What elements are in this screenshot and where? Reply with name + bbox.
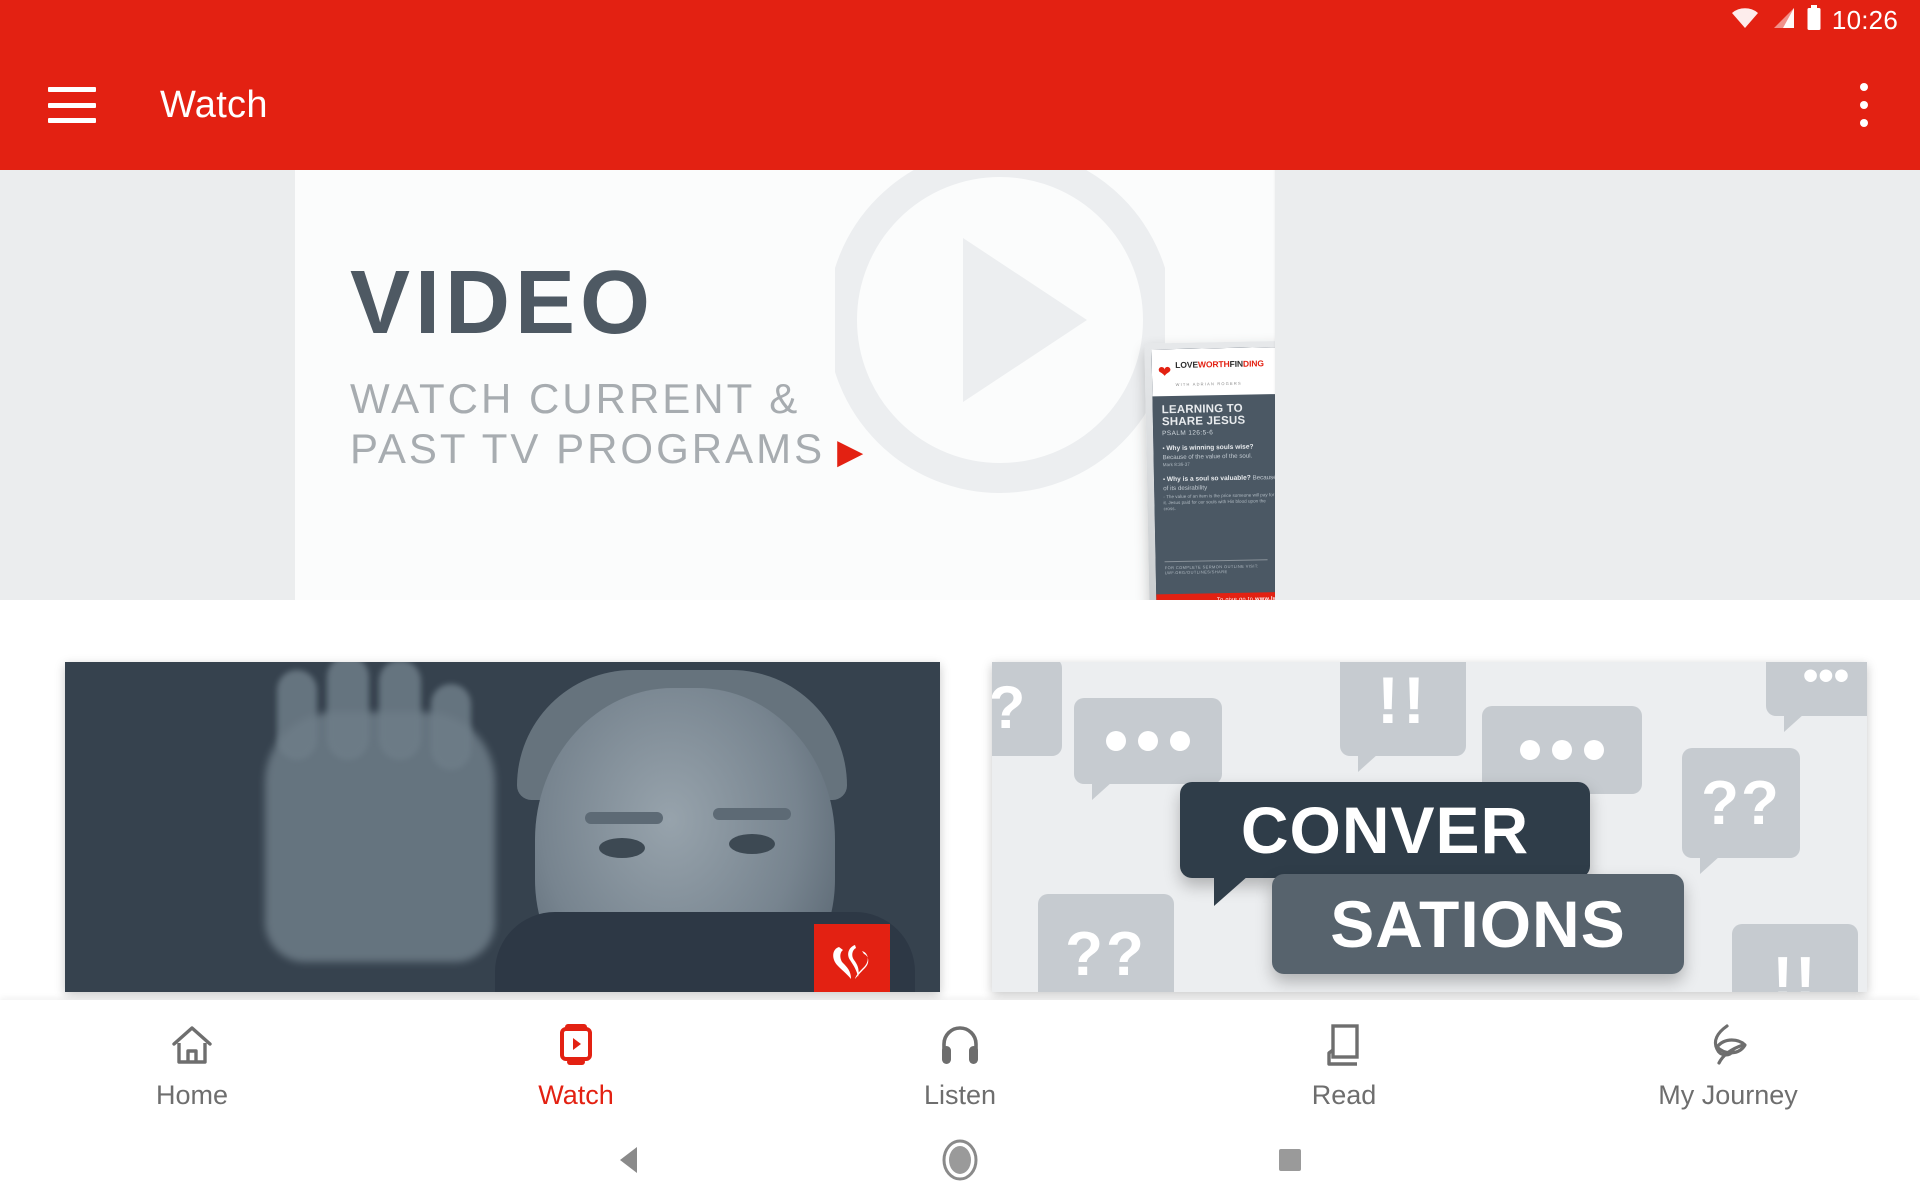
sermon-video-card[interactable] [65,662,940,992]
tv-bullet-1-answer: Because of the value of the soul. [1162,452,1253,462]
leaf-sprout-icon [1705,1022,1751,1068]
battery-icon [1806,4,1822,36]
tv-bullet-2-question: Why is a soul so valuable? [1166,474,1251,484]
conversations-title-line2: SATIONS [1330,887,1626,961]
home-button[interactable] [795,1138,1125,1182]
nav-item-my-journey[interactable]: My Journey [1598,1022,1858,1111]
hero-subtitle-line2-wrap: PAST TV PROGRAMS ▶ [350,424,866,474]
hero-subtitle-line2: PAST TV PROGRAMS [350,424,826,472]
heart-logo-icon [814,924,890,992]
nav-item-watch[interactable]: Watch [446,1022,706,1111]
tv-screen: Mark 8:36-37 ❤ LOVEWORTHFINDING WITH ADR… [1151,342,1275,600]
nav-label-read: Read [1311,1080,1377,1110]
tv-bullet-2: • Why is a soul so valuable? Because of … [1163,474,1275,512]
circle-home-icon [942,1139,978,1181]
more-vertical-icon[interactable] [1860,83,1868,127]
video-play-icon [556,1022,596,1068]
speech-bubble [1482,706,1642,810]
speech-bubble: ••• [1766,662,1867,732]
conversations-title-bubble-2: SATIONS [1272,874,1684,974]
hero-title: VIDEO [350,253,656,353]
back-button[interactable] [465,1144,795,1176]
conversations-card[interactable]: ? !! ?? ••• ?? !! CONVER SATIONS [992,662,1867,992]
bottom-navigation-bar: Home Watch Listen Read My Journey [0,1000,1920,1120]
tv-bullet-1: • Why is winning souls wise? Because of … [1162,443,1275,469]
speech-bubble: ?? [1682,748,1800,874]
nav-item-listen[interactable]: Listen [830,1022,1090,1111]
tv-slide-body: LEARNING TO SHARE JESUS PSALM 126:5-6 • … [1152,394,1275,521]
lwf-logo-wordmark: LOVEWORTHFINDING [1175,358,1264,370]
conversations-title-line1: CONVER [1240,793,1530,867]
tv-illustration: Mark 8:36-37 ❤ LOVEWORTHFINDING WITH ADR… [1144,336,1275,600]
hero-subtitle-line1: WATCH CURRENT & [350,375,801,422]
speech-bubble: ? [992,662,1062,756]
play-circle-watermark-icon [827,170,1173,530]
conversations-title-bubble-1: CONVER [1180,782,1590,906]
status-bar-clock: 10:26 [1831,5,1898,35]
nav-label-my-journey: My Journey [1658,1080,1798,1110]
nav-label-home: Home [155,1080,229,1110]
tv-bullet-1-question: Why is winning souls wise? [1166,443,1254,453]
tv-bullet-1-ref: Mark 8:36-37 [1162,461,1190,468]
tv-slide-reference: PSALM 126:5-6 [1162,429,1214,438]
content-card-row: ? !! ?? ••• ?? !! CONVER SATIONS [0,600,1920,1000]
tv-slide-title: LEARNING TO SHARE JESUS [1161,402,1246,429]
triangle-back-icon [620,1147,637,1173]
lwf-logo-tagline: WITH ADRIAN ROGERS [1175,380,1242,387]
speech-bubble: !! [1340,662,1466,772]
headphones-icon [938,1022,982,1068]
home-icon [170,1022,214,1068]
hero-card[interactable]: VIDEO WATCH CURRENT & PAST TV PROGRAMS ▶ [295,170,1275,600]
nav-label-listen: Listen [923,1080,997,1110]
hamburger-menu-icon[interactable] [48,87,96,123]
hero-banner[interactable]: VIDEO WATCH CURRENT & PAST TV PROGRAMS ▶ [0,170,1920,600]
tv-outline-note: FOR COMPLETE SERMON OUTLINE VISIT: LWF.O… [1164,559,1268,576]
app-bar: Watch [0,40,1920,170]
square-recents-icon [1279,1149,1301,1171]
cellular-signal-icon [1770,6,1796,35]
wifi-icon [1730,6,1760,35]
hero-play-arrow-icon: ▶ [837,432,867,471]
page-title: Watch [160,83,268,126]
hero-text-block: VIDEO WATCH CURRENT & PAST TV PROGRAMS ▶ [350,258,866,473]
speech-bubble: !! [1732,924,1858,992]
nav-item-read[interactable]: Read [1214,1022,1474,1111]
tv-bullet-2-note: - The value of an item is the price some… [1163,491,1275,512]
lwf-logo: ❤ LOVEWORTHFINDING WITH ADRIAN ROGERS [1151,346,1275,397]
android-system-nav [0,1120,1920,1200]
nav-item-home[interactable]: Home [62,1022,322,1111]
hero-subtitle: WATCH CURRENT & PAST TV PROGRAMS ▶ [350,374,866,473]
heart-logo-icon: ❤ [1157,364,1172,382]
nav-label-watch: Watch [538,1080,614,1110]
tv-slide-panel: ❤ LOVEWORTHFINDING WITH ADRIAN ROGERS LE… [1151,346,1275,600]
recents-button[interactable] [1125,1145,1455,1175]
tv-outline-note-line2: LWF.ORG/OUTLINES/SHARE [1164,569,1228,576]
speech-bubble [1074,698,1222,800]
speech-bubble: ?? [1038,894,1174,992]
book-icon [1326,1022,1362,1068]
app-screen: 10:26 Watch VIDEO WATCH CURRENT & PAST T… [0,0,1920,1200]
tv-bezel: Mark 8:36-37 ❤ LOVEWORTHFINDING WITH ADR… [1144,336,1275,600]
status-bar: 10:26 [0,0,1920,40]
